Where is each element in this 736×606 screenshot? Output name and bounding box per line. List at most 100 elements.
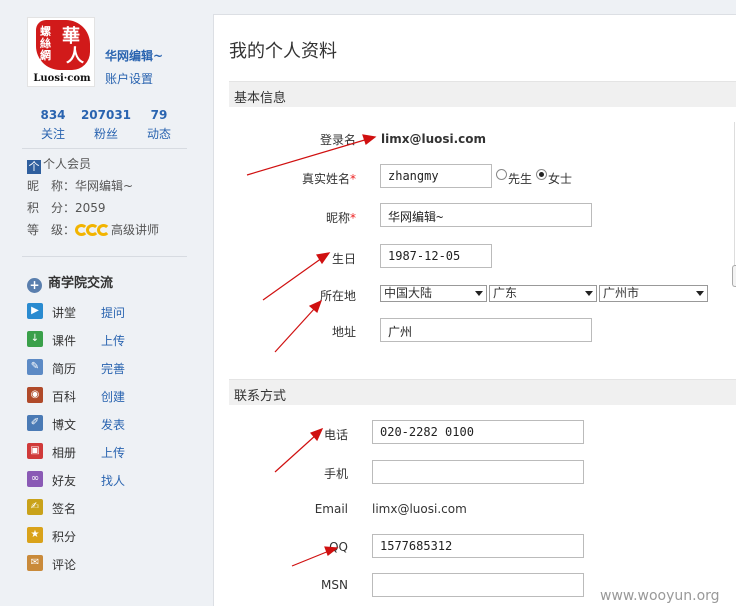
sidebar-item-label[interactable]: 简历 xyxy=(52,360,76,377)
blog-icon: ✐ xyxy=(27,415,43,431)
stat-number: 207031 xyxy=(80,108,132,122)
sidebar-item-action-link[interactable]: 发表 xyxy=(101,416,125,433)
member-label: 个人会员 xyxy=(43,157,92,171)
logo-char: 螺絲網 xyxy=(40,25,51,62)
stat-activity[interactable]: 79 动态 xyxy=(133,108,185,142)
province-select[interactable]: 广东 xyxy=(489,285,597,302)
points-icon: ★ xyxy=(27,527,43,543)
real-name-input[interactable]: zhangmy xyxy=(380,164,492,188)
level-row: 等 级： 高级讲师 xyxy=(27,221,159,238)
nickname-label-text: 昵称 xyxy=(325,211,350,225)
logo-seal: 華 人 螺絲網 xyxy=(36,20,90,70)
sidebar-item-comment[interactable]: ✉ 评论 xyxy=(27,554,187,574)
logo-char: 人 xyxy=(66,46,84,67)
points-label: 积 分： xyxy=(27,201,76,215)
member-icon: 个 xyxy=(27,160,41,174)
sidebar-item-action-link[interactable]: 上传 xyxy=(101,444,125,461)
location-label: 所在地 xyxy=(319,289,356,303)
stat-label: 动态 xyxy=(146,127,171,141)
sidebar-item-blog[interactable]: ✐ 博文 发表 xyxy=(27,414,187,434)
sign-icon: ✍ xyxy=(27,499,43,515)
country-select[interactable]: 中国大陆 xyxy=(380,285,487,302)
phone-input[interactable]: 020-2282 0100 xyxy=(372,420,584,444)
country-selected: 中国大陆 xyxy=(384,286,433,300)
user-name-link[interactable]: 华网编辑~ xyxy=(105,47,163,64)
section-header-text: 联系方式 xyxy=(234,389,287,404)
stat-label: 关注 xyxy=(40,127,65,141)
gender-female-label: 女士 xyxy=(548,172,573,186)
msn-input[interactable] xyxy=(372,573,584,597)
login-name-value: limx@luosi.com xyxy=(381,132,487,146)
sidebar-item-label[interactable]: 好友 xyxy=(52,472,76,489)
sidebar-item-wiki[interactable]: ◉ 百科 创建 xyxy=(27,386,187,406)
address-label: 地址 xyxy=(331,325,356,339)
nickname-input[interactable]: 华网编辑~ xyxy=(380,203,592,227)
basic-info-header: 基本信息 xyxy=(229,81,736,107)
sidebar-item-label[interactable]: 积分 xyxy=(52,528,76,545)
business-school-section-title[interactable]: + 商学院交流 xyxy=(27,272,113,293)
required-mark: * xyxy=(350,211,356,225)
stat-label: 粉丝 xyxy=(93,127,118,141)
sidebar-item-friends[interactable]: ∞ 好友 找人 xyxy=(27,470,187,490)
course-icon: ↓ xyxy=(27,331,43,347)
account-settings-link[interactable]: 账户设置 xyxy=(105,70,153,87)
stat-following[interactable]: 834 关注 xyxy=(27,108,79,142)
sidebar-item-album[interactable]: ▣ 相册 上传 xyxy=(27,442,187,462)
gender-male-label: 先生 xyxy=(508,172,533,186)
sidebar-item-sign[interactable]: ✍ 签名 xyxy=(27,498,187,518)
section-title-text: 商学院交流 xyxy=(48,276,114,291)
qq-input[interactable]: 1577685312 xyxy=(372,534,584,558)
contact-info-header: 联系方式 xyxy=(229,379,736,405)
level-label: 等 级： xyxy=(27,223,76,237)
stat-number: 79 xyxy=(150,108,168,122)
address-input[interactable]: 广州 xyxy=(380,318,592,342)
sidebar-item-label[interactable]: 百科 xyxy=(52,388,76,405)
sidebar-item-points[interactable]: ★ 积分 xyxy=(27,526,187,546)
friends-icon: ∞ xyxy=(27,471,43,487)
real-name-label: 真实姓名* xyxy=(274,170,356,187)
sidebar-item-label[interactable]: 评论 xyxy=(52,556,76,573)
points-value: 2059 xyxy=(75,201,106,215)
gender-male-radio[interactable] xyxy=(496,169,507,180)
sidebar-item-action-link[interactable]: 完善 xyxy=(101,360,125,377)
plus-icon: + xyxy=(27,278,42,293)
stat-followers[interactable]: 207031 粉丝 xyxy=(79,108,133,142)
divider xyxy=(22,256,187,257)
chevron-down-icon xyxy=(585,291,593,296)
province-selected: 广东 xyxy=(493,286,518,300)
email-value: limx@luosi.com xyxy=(372,502,467,516)
sidebar: 華 人 螺絲網 Luosi·com 华网编辑~ 账户设置 834 关注 2070… xyxy=(0,0,213,606)
sidebar-item-label[interactable]: 签名 xyxy=(52,500,76,517)
sidebar-item-resume[interactable]: ✎ 简历 完善 xyxy=(27,358,187,378)
city-select[interactable]: 广州市 xyxy=(599,285,708,302)
wiki-icon: ◉ xyxy=(27,387,43,403)
phone-label: 电话 xyxy=(323,428,348,442)
nickname-label: 昵 称： xyxy=(27,179,76,193)
sidebar-item-lecture[interactable]: ▶ 讲堂 提问 xyxy=(27,302,187,322)
sidebar-item-label[interactable]: 相册 xyxy=(52,444,76,461)
gender-female-radio[interactable] xyxy=(536,169,547,180)
right-side-button[interactable] xyxy=(732,265,736,287)
chevron-down-icon xyxy=(696,291,704,296)
chevron-down-icon xyxy=(475,291,483,296)
sidebar-item-label[interactable]: 博文 xyxy=(52,416,76,433)
mobile-input[interactable] xyxy=(372,460,584,484)
sidebar-item-action-link[interactable]: 上传 xyxy=(101,332,125,349)
nickname-field-label: 昵称* xyxy=(274,209,356,226)
sidebar-item-action-link[interactable]: 找人 xyxy=(101,472,125,489)
mobile-label: 手机 xyxy=(323,467,348,481)
sidebar-item-course[interactable]: ↓ 课件 上传 xyxy=(27,330,187,350)
birthday-input[interactable]: 1987-12-05 xyxy=(380,244,492,268)
sidebar-item-action-link[interactable]: 提问 xyxy=(101,304,125,321)
points-row: 积 分：2059 xyxy=(27,199,106,216)
sidebar-item-label[interactable]: 课件 xyxy=(52,332,76,349)
logo-wordmark: Luosi·com xyxy=(33,73,91,84)
page-title: 我的个人资料 xyxy=(229,41,337,62)
main-panel: 我的个人资料 基本信息 登录名 limx@luosi.com 真实姓名* zha… xyxy=(213,14,736,606)
sidebar-item-label[interactable]: 讲堂 xyxy=(52,304,76,321)
site-logo[interactable]: 華 人 螺絲網 Luosi·com xyxy=(27,17,95,87)
lecture-icon: ▶ xyxy=(27,303,43,319)
sidebar-item-action-link[interactable]: 创建 xyxy=(101,388,125,405)
msn-label: MSN xyxy=(321,578,348,592)
nickname-row: 昵 称：华网编辑~ xyxy=(27,177,133,194)
